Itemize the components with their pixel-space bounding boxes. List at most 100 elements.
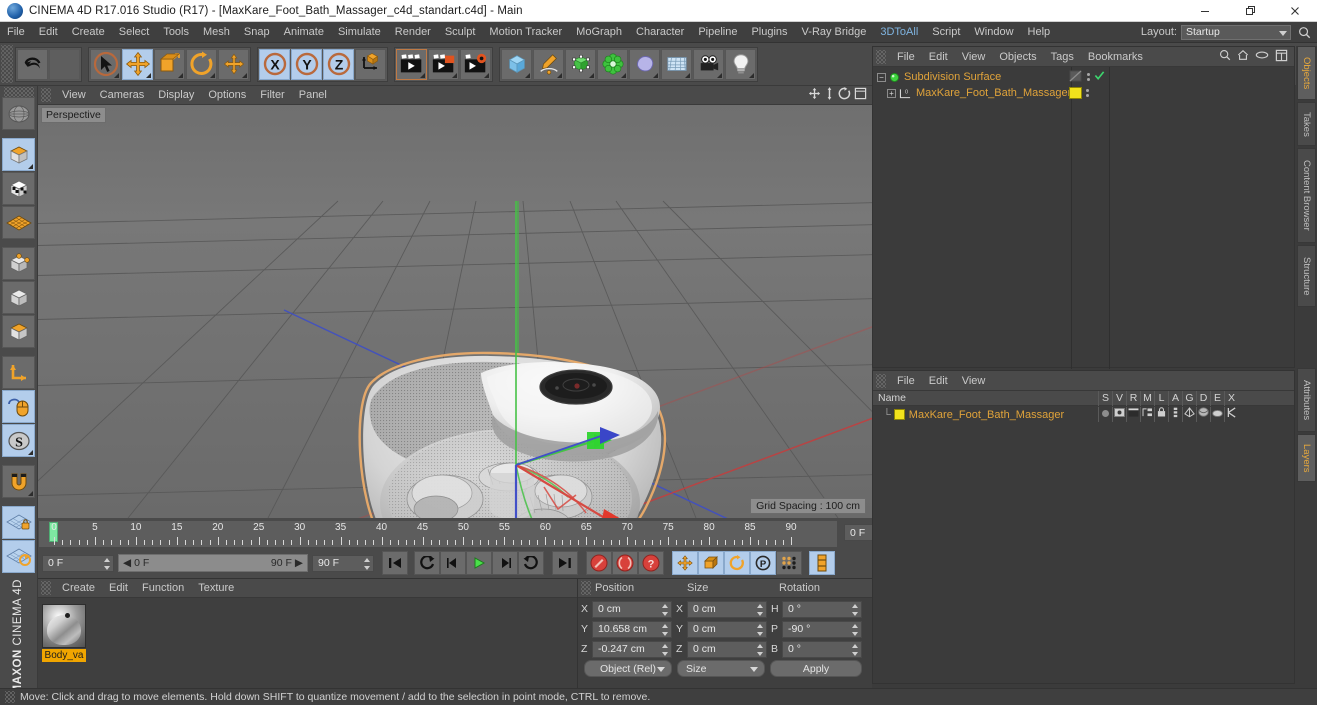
layer-manager-grip[interactable] bbox=[876, 373, 886, 388]
left-toolbar-grip[interactable] bbox=[3, 87, 34, 97]
point-level-animation-button[interactable] bbox=[776, 551, 802, 575]
workplane-lock-icon[interactable] bbox=[2, 506, 35, 539]
rotation-b-spinner-icon[interactable] bbox=[851, 643, 858, 656]
menu-render[interactable]: Render bbox=[388, 22, 438, 43]
camera-icon[interactable] bbox=[693, 48, 724, 80]
material-manager-grip[interactable] bbox=[41, 581, 51, 595]
menu-select[interactable]: Select bbox=[112, 22, 157, 43]
expander-icon[interactable]: + bbox=[887, 88, 896, 98]
layer-col-g[interactable]: G bbox=[1182, 390, 1196, 406]
go-to-start-button[interactable] bbox=[382, 551, 408, 575]
object-menu-view[interactable]: View bbox=[955, 51, 993, 63]
fit-to-window-icon[interactable] bbox=[1275, 49, 1288, 65]
layer-color-swatch[interactable] bbox=[893, 409, 905, 420]
object-menu-objects[interactable]: Objects bbox=[992, 51, 1043, 63]
visibility-dots-icon[interactable] bbox=[1069, 70, 1083, 85]
viewport-grip[interactable] bbox=[41, 88, 51, 102]
make-editable-button[interactable] bbox=[2, 97, 35, 130]
layer-col-r[interactable]: R bbox=[1126, 390, 1140, 406]
dolly-view-icon[interactable] bbox=[824, 87, 835, 103]
viewport-menu-options[interactable]: Options bbox=[201, 89, 253, 101]
layout-dropdown[interactable]: Startup bbox=[1181, 24, 1291, 40]
material-menu-create[interactable]: Create bbox=[55, 582, 102, 594]
edge-mode-button[interactable] bbox=[2, 281, 35, 314]
rotation-key-button[interactable] bbox=[724, 551, 750, 575]
coordinate-system-dropdown[interactable]: Object (Rel) bbox=[584, 660, 672, 677]
undo-button[interactable] bbox=[17, 48, 48, 80]
layer-col-e[interactable]: E bbox=[1210, 390, 1224, 406]
status-bar-grip[interactable] bbox=[5, 691, 15, 703]
object-dots[interactable] bbox=[1087, 73, 1090, 81]
apply-button[interactable]: Apply bbox=[770, 660, 862, 677]
layer-cell-deformer-icon[interactable] bbox=[1196, 407, 1210, 422]
y-axis-lock[interactable]: Y bbox=[291, 48, 322, 80]
autokey-button[interactable] bbox=[612, 551, 638, 575]
layer-cell-generator-icon[interactable] bbox=[1182, 407, 1196, 422]
render-view-button[interactable] bbox=[396, 48, 427, 80]
play-button[interactable] bbox=[466, 551, 492, 575]
home-icon[interactable] bbox=[1237, 49, 1249, 64]
previous-key-button[interactable] bbox=[414, 551, 440, 575]
parameter-key-button[interactable]: P bbox=[750, 551, 776, 575]
layer-cell-lock-icon[interactable] bbox=[1154, 407, 1168, 422]
viewport-menu-display[interactable]: Display bbox=[151, 89, 201, 101]
position-y-spinner-icon[interactable] bbox=[661, 623, 668, 636]
tab-layers[interactable]: Layers bbox=[1297, 434, 1316, 482]
range-left-arrow-icon[interactable]: ◀ bbox=[123, 557, 131, 569]
model-mode-button[interactable] bbox=[2, 138, 35, 171]
mouse-icon[interactable] bbox=[2, 390, 35, 423]
search-icon[interactable] bbox=[1295, 23, 1313, 41]
menu-create[interactable]: Create bbox=[65, 22, 112, 43]
object-dots[interactable] bbox=[1086, 89, 1089, 97]
preview-range-bar[interactable]: ◀ 0 F 90 F ▶ bbox=[118, 554, 308, 572]
step-forward-button[interactable] bbox=[492, 551, 518, 575]
object-manager-grip[interactable] bbox=[876, 49, 886, 64]
layer-col-d[interactable]: D bbox=[1196, 390, 1210, 406]
keyframe-selection-button[interactable]: ? bbox=[638, 551, 664, 575]
layer-col-v[interactable]: V bbox=[1112, 390, 1126, 406]
object-menu-file[interactable]: File bbox=[890, 51, 922, 63]
position-z-spinner-icon[interactable] bbox=[661, 643, 668, 656]
material-tag-icon[interactable] bbox=[1069, 87, 1082, 99]
material-preview-thumbnail[interactable] bbox=[42, 604, 86, 648]
polygon-mode-button[interactable] bbox=[2, 315, 35, 348]
layer-menu-file[interactable]: File bbox=[890, 375, 922, 387]
workplane-button[interactable] bbox=[2, 206, 35, 239]
scale-key-button[interactable] bbox=[698, 551, 724, 575]
menu-file[interactable]: File bbox=[0, 22, 32, 43]
texture-mode-button[interactable] bbox=[2, 172, 35, 205]
workplane-rotate-icon[interactable] bbox=[2, 540, 35, 573]
menu-character[interactable]: Character bbox=[629, 22, 691, 43]
rotation-h-spinner-icon[interactable] bbox=[851, 603, 858, 616]
point-mode-button[interactable] bbox=[2, 247, 35, 280]
layer-col-s[interactable]: S bbox=[1098, 390, 1112, 406]
position-x-field[interactable]: 0 cm bbox=[592, 600, 672, 618]
tab-attributes[interactable]: Attributes bbox=[1297, 368, 1316, 432]
viewport-canvas[interactable]: Y X Z Perspective Grid Spacing : 100 cm bbox=[38, 105, 872, 518]
tab-content-browser[interactable]: Content Browser bbox=[1297, 148, 1316, 243]
object-menu-bookmarks[interactable]: Bookmarks bbox=[1081, 51, 1150, 63]
viewport-menu-view[interactable]: View bbox=[55, 89, 93, 101]
layer-cell-manager-icon[interactable] bbox=[1140, 407, 1154, 422]
position-y-field[interactable]: 10.658 cm bbox=[592, 620, 672, 638]
rotation-h-field[interactable]: 0 ° bbox=[782, 600, 862, 618]
menu-mograph[interactable]: MoGraph bbox=[569, 22, 629, 43]
layer-col-a[interactable]: A bbox=[1168, 390, 1182, 406]
size-mode-dropdown[interactable]: Size bbox=[677, 660, 765, 677]
maximize-button[interactable] bbox=[1227, 0, 1272, 22]
menu-motion-tracker[interactable]: Motion Tracker bbox=[482, 22, 569, 43]
environment-icon[interactable] bbox=[661, 48, 692, 80]
position-x-spinner-icon[interactable] bbox=[661, 603, 668, 616]
redo-button[interactable] bbox=[49, 48, 80, 80]
end-frame-spinner-icon[interactable] bbox=[363, 557, 370, 570]
pan-view-icon[interactable] bbox=[808, 87, 821, 103]
end-frame-field[interactable]: 90 F bbox=[312, 554, 374, 572]
layer-row[interactable]: └ MaxKare_Foot_Bath_Massager bbox=[873, 406, 1294, 423]
object-menu-tags[interactable]: Tags bbox=[1044, 51, 1081, 63]
rotation-b-field[interactable]: 0 ° bbox=[782, 640, 862, 658]
start-frame-spinner-icon[interactable] bbox=[103, 557, 110, 570]
layer-col-m[interactable]: M bbox=[1140, 390, 1154, 406]
layer-cell-render-icon[interactable] bbox=[1126, 407, 1140, 422]
menu-tools[interactable]: Tools bbox=[156, 22, 196, 43]
render-region-button[interactable] bbox=[428, 48, 459, 80]
